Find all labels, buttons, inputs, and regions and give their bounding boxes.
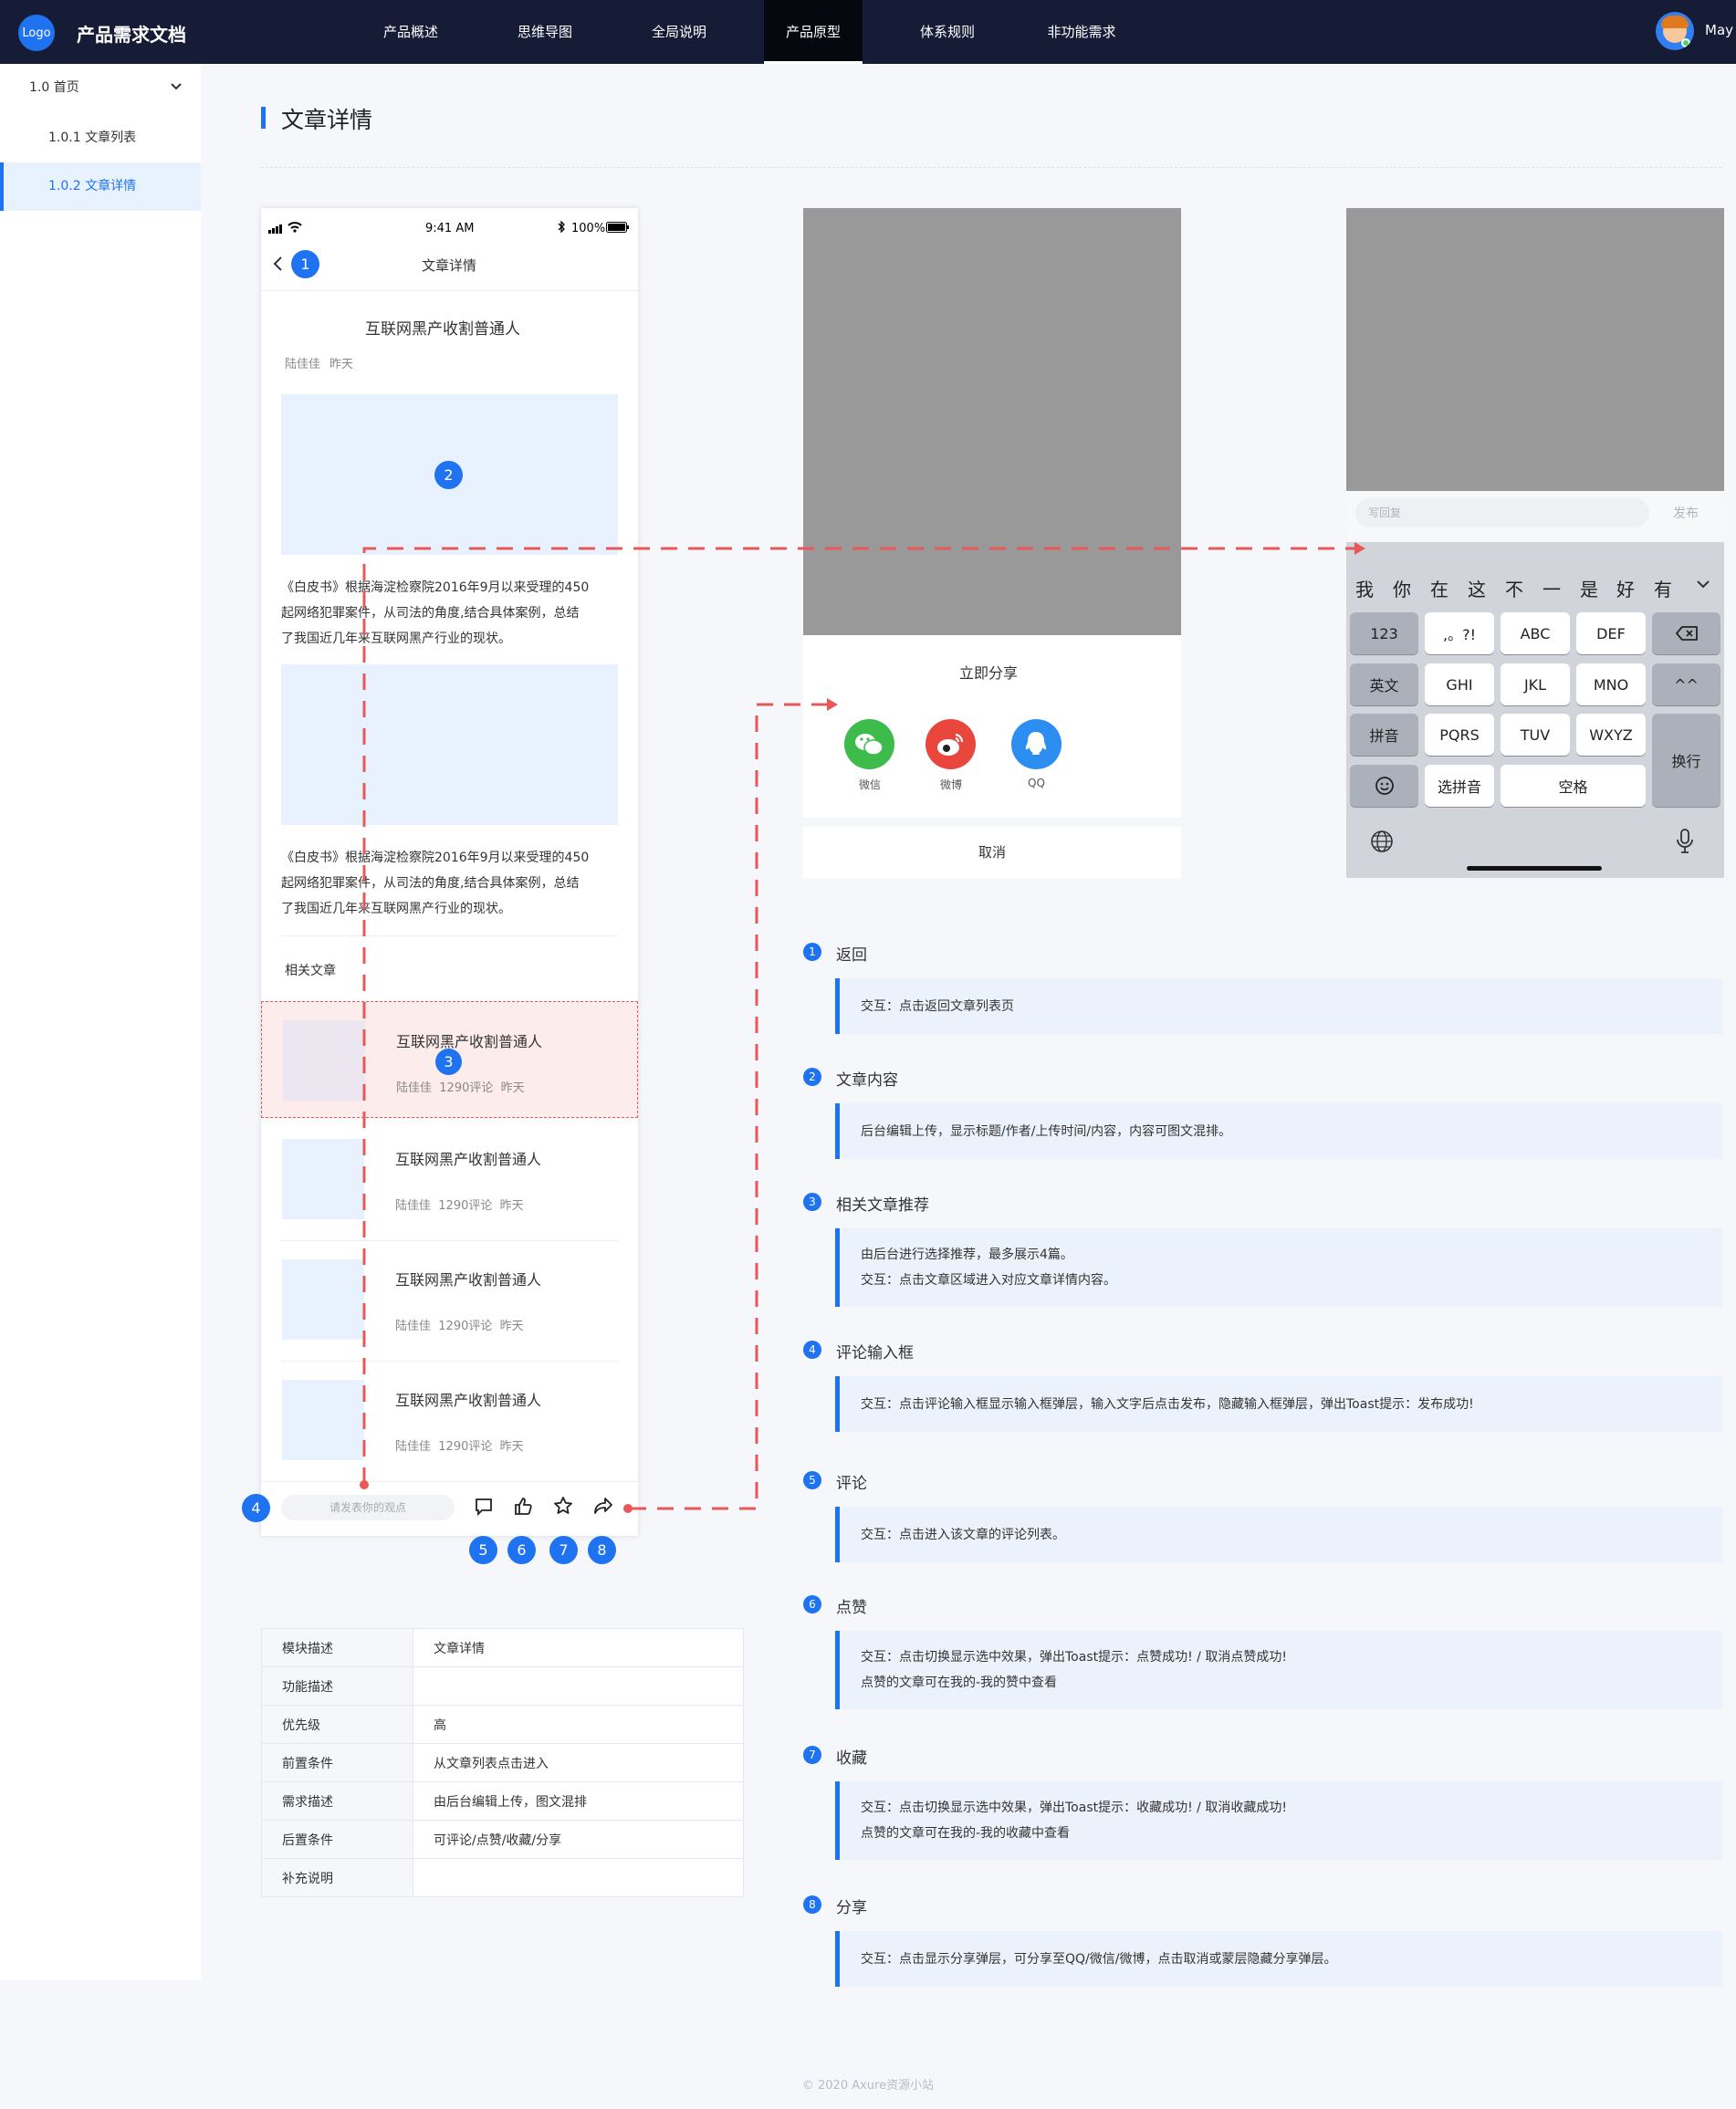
annotation-title: 分享 (836, 1899, 867, 1917)
table-row: 优先级高 (261, 1705, 744, 1744)
annotation-title: 文章内容 (836, 1071, 898, 1090)
annotation-title: 返回 (836, 946, 867, 965)
annotation-title: 相关文章推荐 (836, 1196, 929, 1215)
annotation-box: 后台编辑上传，显示标题/作者/上传时间/内容，内容可图文混排。 (835, 1103, 1722, 1159)
share-to-sheet-connector (630, 703, 831, 1510)
spec-value (413, 1666, 744, 1706)
annotation-box: 交互：点击返回文章列表页 (835, 978, 1722, 1034)
spec-value: 由后台编辑上传，图文混排 (413, 1781, 744, 1821)
annotation-box: 交互：点击切换显示选中效果，弹出Toast提示：收藏成功! / 取消收藏成功! 点… (835, 1781, 1722, 1860)
annotation-number: 6 (803, 1595, 821, 1613)
spec-value: 可评论/点赞/收藏/分享 (413, 1820, 744, 1859)
annotation-number: 7 (803, 1746, 821, 1764)
spec-key: 后置条件 (261, 1820, 413, 1859)
annotation-number: 8 (803, 1895, 821, 1914)
annotation-box: 交互：点击显示分享弹层，可分享至QQ/微信/微博，点击取消或蒙层隐藏分享弹层。 (835, 1931, 1722, 1987)
share-arrow-head (827, 698, 838, 711)
connector-origin-dot (623, 1504, 633, 1513)
spec-value (413, 1858, 744, 1897)
spec-value: 文章详情 (413, 1628, 744, 1667)
spec-table: 模块描述 文章详情 功能描述 优先级高 前置条件 从文章列表点击进入 需求描述 由后台… (261, 1628, 744, 1897)
spec-key: 优先级 (261, 1705, 413, 1744)
keyboard-arrow-head (1354, 542, 1365, 555)
annotation-number: 3 (803, 1193, 821, 1211)
annotation-number: 4 (803, 1341, 821, 1359)
annotation-title: 收藏 (836, 1749, 867, 1768)
annotation-box: 交互：点击进入该文章的评论列表。 (835, 1507, 1722, 1562)
table-row: 前置条件 从文章列表点击进入 (261, 1743, 744, 1782)
spec-key: 功能描述 (261, 1666, 413, 1706)
annotation-box: 由后台进行选择推荐，最多展示4篇。 交互：点击文章区域进入对应文章详情内容。 (835, 1228, 1722, 1307)
spec-key: 补充说明 (261, 1858, 413, 1897)
spec-key: 模块描述 (261, 1628, 413, 1667)
annotation-box: 交互：点击评论输入框显示输入框弹层，输入文字后点击发布，隐藏输入框弹层，弹出To… (835, 1376, 1722, 1432)
annotation-box: 交互：点击切换显示选中效果，弹出Toast提示：点赞成功! / 取消点赞成功! 点… (835, 1631, 1722, 1709)
connector-origin-dot (360, 1480, 369, 1489)
table-row: 功能描述 (261, 1666, 744, 1706)
annotation-title: 点赞 (836, 1599, 867, 1617)
spec-value: 从文章列表点击进入 (413, 1743, 744, 1782)
table-row: 后置条件 可评论/点赞/收藏/分享 (261, 1820, 744, 1859)
spec-value: 高 (413, 1705, 744, 1744)
annotation-number: 5 (803, 1471, 821, 1489)
table-row: 模块描述 文章详情 (261, 1628, 744, 1667)
footer-copyright: © 2020 Axure资源小站 (801, 2079, 935, 2093)
annotation-title: 评论输入框 (836, 1344, 914, 1362)
spec-key: 前置条件 (261, 1743, 413, 1782)
annotation-title: 评论 (836, 1475, 867, 1493)
table-row: 需求描述 由后台编辑上传，图文混排 (261, 1781, 744, 1821)
table-row: 补充说明 (261, 1858, 744, 1897)
spec-key: 需求描述 (261, 1781, 413, 1821)
annotation-number: 2 (803, 1068, 821, 1086)
annotation-number: 1 (803, 943, 821, 961)
